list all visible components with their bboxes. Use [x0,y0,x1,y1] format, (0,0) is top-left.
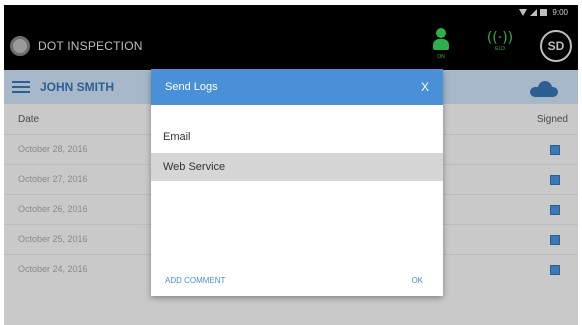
send-logs-dialog: Send Logs X Email Web Service ADD COMMEN… [151,69,443,296]
app-logo-icon [10,36,30,56]
add-comment-button[interactable]: ADD COMMENT [165,276,225,285]
option-web-service[interactable]: Web Service [151,153,443,181]
signed-checkbox[interactable] [550,265,560,275]
log-date: October 26, 2016 [18,204,88,214]
cloud-upload-icon[interactable] [530,81,558,97]
cell-signal-icon [530,9,538,16]
ok-button[interactable]: OK [411,276,423,285]
signed-checkbox[interactable] [550,205,560,215]
option-label: Email [163,131,191,143]
dialog-header: Send Logs X [151,69,443,105]
log-date: October 24, 2016 [18,264,88,274]
eld-connection-button[interactable]: ((·)) ELD [484,30,516,62]
device-screen: 9:00 DOT INSPECTION ON ((·)) ELD SD JOHN… [4,5,578,325]
battery-icon [540,9,548,16]
sd-badge-button[interactable]: SD [540,30,572,62]
log-date: October 27, 2016 [18,174,88,184]
dialog-title: Send Logs [165,81,218,93]
signal-icon: ((·)) [486,30,514,46]
log-date: October 25, 2016 [18,234,88,244]
status-icons: 9:00 [519,8,568,17]
driver-body-icon [433,39,449,50]
eld-label: ELD [495,46,505,52]
dialog-footer: ADD COMMENT OK [151,271,443,293]
status-bar: 9:00 [4,5,578,22]
close-button[interactable]: X [421,80,429,94]
column-date: Date [18,114,40,125]
driver-name: JOHN SMITH [40,80,115,94]
option-label: Web Service [163,161,226,173]
signed-checkbox[interactable] [550,145,560,155]
column-signed: Signed [536,114,568,125]
signed-checkbox[interactable] [550,175,560,185]
app-title: DOT INSPECTION [38,39,143,53]
driver-head-icon [436,28,446,38]
wifi-icon [519,9,528,16]
log-date: October 28, 2016 [18,144,88,154]
app-bar: DOT INSPECTION ON ((·)) ELD SD [4,22,578,70]
signed-checkbox[interactable] [550,235,560,245]
option-email[interactable]: Email [151,123,443,151]
driver-status-button[interactable]: ON [430,28,452,62]
menu-icon[interactable] [12,81,30,93]
driver-status-label: ON [437,54,445,60]
status-time: 9:00 [552,8,568,17]
